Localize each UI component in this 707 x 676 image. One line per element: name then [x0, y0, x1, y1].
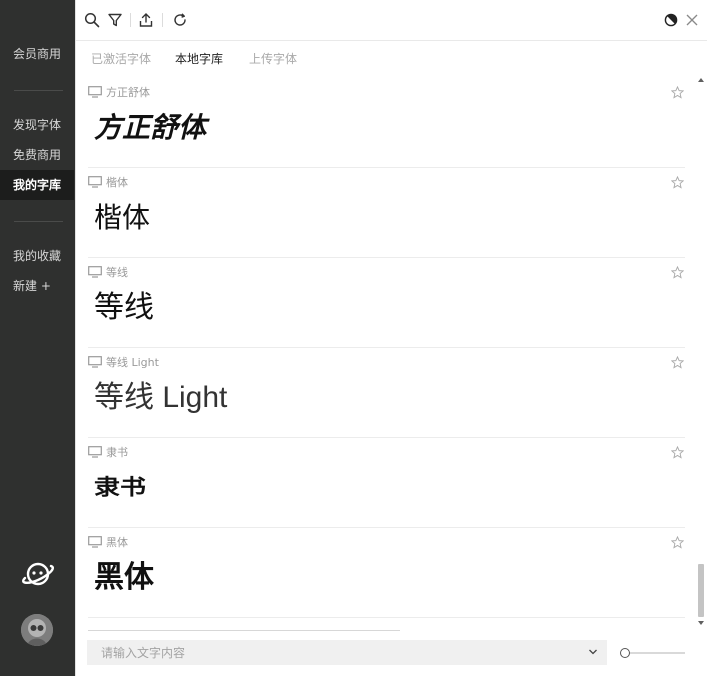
filter-icon[interactable]: [107, 12, 123, 28]
star-icon[interactable]: [671, 176, 684, 189]
scrollbar-thumb[interactable]: [698, 564, 704, 617]
font-row-header: 隶书: [88, 445, 128, 459]
scroll-up-arrow-icon[interactable]: [698, 78, 704, 82]
font-row-header: 黑体: [88, 535, 128, 549]
refresh-icon[interactable]: [172, 12, 188, 28]
size-slider-track[interactable]: [625, 652, 685, 654]
monitor-icon: [88, 536, 102, 548]
tab-upload-fonts[interactable]: 上传字体: [249, 50, 297, 67]
font-preview: 等线 Light: [94, 381, 228, 414]
font-name: 等线 Light: [106, 356, 159, 369]
sidebar-item-vip-commercial[interactable]: 会员商用: [0, 39, 74, 69]
star-icon[interactable]: [671, 266, 684, 279]
toolbar: [76, 0, 707, 41]
font-row-header: 楷体: [88, 175, 128, 189]
font-preview: 楷体: [94, 201, 151, 234]
star-icon[interactable]: [671, 86, 684, 99]
font-row[interactable]: 隶书 隶书: [88, 438, 685, 528]
sidebar-item-discover[interactable]: 发现字体: [0, 110, 74, 140]
horizontal-scrollbar[interactable]: [88, 630, 400, 631]
font-name: 方正舒体: [106, 86, 150, 99]
font-name: 楷体: [106, 176, 128, 189]
preview-text-input[interactable]: [87, 640, 607, 665]
font-name: 隶书: [106, 446, 128, 459]
star-icon[interactable]: [671, 536, 684, 549]
avatar-image-icon: [21, 614, 53, 646]
font-name: 等线: [106, 266, 128, 279]
sidebar: 会员商用 发现字体 免费商用 我的字库 我的收藏 新建 +: [0, 0, 75, 676]
toolbar-separator: [162, 13, 163, 27]
font-row[interactable]: 等线 等线: [88, 258, 685, 348]
export-icon[interactable]: [138, 12, 154, 28]
app-window: 会员商用 发现字体 免费商用 我的字库 我的收藏 新建 + 已激活字体 本地字库…: [0, 0, 707, 676]
search-icon[interactable]: [84, 12, 100, 28]
monitor-icon: [88, 176, 102, 188]
font-row[interactable]: 黑体 黑体: [88, 528, 685, 618]
font-preview: 黑体: [94, 560, 154, 595]
monitor-icon: [88, 356, 102, 368]
sidebar-divider: [14, 221, 63, 222]
chevron-down-icon[interactable]: [588, 648, 598, 656]
theme-toggle-icon[interactable]: [663, 12, 679, 28]
tab-bar: 已激活字体 本地字库 上传字体: [76, 41, 707, 75]
bottom-bar: [76, 634, 707, 676]
font-name: 黑体: [106, 536, 128, 549]
font-row[interactable]: 楷体 楷体: [88, 168, 685, 258]
sidebar-item-new[interactable]: 新建 +: [0, 271, 74, 301]
star-icon[interactable]: [671, 356, 684, 369]
toolbar-separator: [130, 13, 131, 27]
font-row-header: 等线 Light: [88, 355, 159, 369]
star-icon[interactable]: [671, 446, 684, 459]
planet-icon[interactable]: [19, 556, 57, 592]
font-row[interactable]: 方正舒体 方正舒体: [88, 78, 685, 168]
sidebar-item-free-commercial[interactable]: 免费商用: [0, 140, 74, 170]
font-row-header: 方正舒体: [88, 85, 150, 99]
tab-local-library[interactable]: 本地字库: [175, 50, 223, 67]
close-icon[interactable]: [684, 12, 700, 28]
avatar[interactable]: [21, 614, 53, 646]
font-preview: 等线: [94, 290, 154, 325]
vertical-scrollbar[interactable]: [696, 78, 706, 630]
monitor-icon: [88, 446, 102, 458]
sidebar-divider: [14, 90, 63, 91]
font-row[interactable]: 等线 Light 等线 Light: [88, 348, 685, 438]
monitor-icon: [88, 266, 102, 278]
scroll-down-arrow-icon[interactable]: [698, 621, 704, 625]
font-list: 方正舒体 方正舒体 楷体 楷体 等线 等线 等线 Light 等线 Light …: [76, 78, 696, 625]
main-panel: 已激活字体 本地字库 上传字体 方正舒体 方正舒体 楷体 楷体 等线 等线 等线…: [75, 0, 707, 676]
font-row-header: 等线: [88, 265, 128, 279]
font-preview: 方正舒体: [94, 111, 207, 144]
tab-activated-fonts[interactable]: 已激活字体: [91, 50, 151, 67]
sidebar-item-my-library[interactable]: 我的字库: [0, 170, 74, 200]
sidebar-item-favorites[interactable]: 我的收藏: [0, 241, 74, 271]
size-slider-handle[interactable]: [620, 648, 630, 658]
monitor-icon: [88, 86, 102, 98]
font-preview: 隶书: [94, 475, 147, 501]
